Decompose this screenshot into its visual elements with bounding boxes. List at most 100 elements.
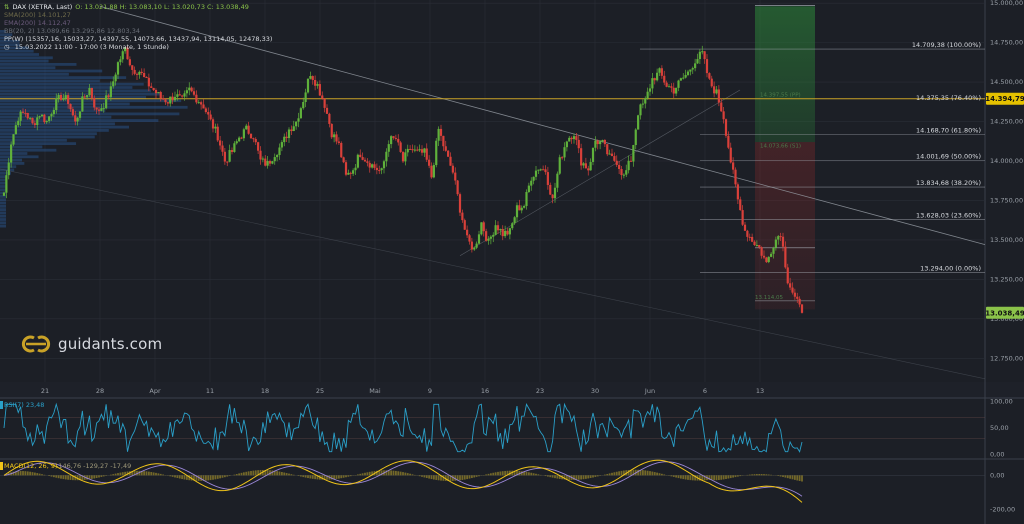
ema-indicator-label[interactable]: EMA(200) 14.112,47 xyxy=(4,19,71,27)
macd-hist-bar xyxy=(582,475,585,480)
macd-hist-bar xyxy=(171,475,174,477)
macd-hist-bar xyxy=(753,474,756,476)
candle-body xyxy=(682,77,685,79)
macd-hist-bar xyxy=(687,475,689,480)
macd-hist-bar xyxy=(644,470,647,476)
macd-hist-bar xyxy=(428,475,431,479)
candle-body xyxy=(295,121,298,127)
chart-root: 14.709,38 (100.00%) 14.375,35 (76.40%) 14.… xyxy=(0,0,1024,524)
volume-profile-bar xyxy=(0,79,100,83)
candle-body xyxy=(52,110,55,115)
macd-hist-bar xyxy=(720,475,723,480)
macd-hist-bar xyxy=(468,475,471,479)
candle-body xyxy=(302,102,305,109)
candle-body xyxy=(363,159,367,162)
macd-hist-bar xyxy=(777,475,780,477)
macd-hist-bar xyxy=(620,470,623,476)
macd-hist-bar xyxy=(615,471,618,476)
macd-hist-bar xyxy=(212,475,214,480)
candle-body xyxy=(200,102,203,105)
candle-body xyxy=(625,170,628,175)
macd-hist-bar xyxy=(207,475,210,481)
macd-hist-bar xyxy=(17,471,20,476)
fib-label: 13.294,00 (0.00%) xyxy=(920,264,981,272)
candle-body xyxy=(679,78,682,81)
candle-body xyxy=(304,92,307,103)
candle-body xyxy=(131,65,134,70)
candle-body xyxy=(793,292,796,297)
symbol-label[interactable]: DAX (XETRA, Last) xyxy=(12,3,72,11)
volume-profile-bar xyxy=(0,211,6,215)
volume-profile-bar xyxy=(0,92,162,96)
macd-hist-bar xyxy=(485,474,488,476)
sma-indicator-label[interactable]: SMA(200) 14.101,27 xyxy=(4,11,71,19)
candle-body xyxy=(176,94,179,97)
guidants-logo-icon xyxy=(21,335,51,353)
macd-hist-bar xyxy=(221,475,224,478)
macd-hist-bar xyxy=(98,475,100,478)
macd-hist-bar xyxy=(404,472,407,476)
candle-body xyxy=(416,149,419,151)
macd-hist-bar xyxy=(95,475,98,479)
candle-body xyxy=(454,172,457,181)
candle-body xyxy=(121,51,124,60)
candle-body xyxy=(325,107,329,114)
candle-body xyxy=(285,136,288,139)
macd-hist-bar xyxy=(549,475,552,478)
x-tick-label: Mai xyxy=(369,387,381,395)
macd-hist-bar xyxy=(109,474,112,476)
candle-body xyxy=(418,149,421,151)
macd-hist-bar xyxy=(57,475,60,479)
candle-body xyxy=(154,90,158,94)
macd-hist-bar xyxy=(24,471,27,476)
x-tick-label: 21 xyxy=(41,387,49,395)
candle-body xyxy=(209,114,212,120)
chart-type-icon[interactable]: ⇅ xyxy=(4,3,9,11)
macd-hist-bar xyxy=(473,475,476,478)
pivot-indicator-label[interactable]: PP(W) (15357,16, 15033,27, 14397,55, 140… xyxy=(4,35,272,43)
candle-body xyxy=(473,247,476,250)
macd-hist-bar xyxy=(554,475,556,479)
time-range-label[interactable]: 15.03.2022 11:00 - 17:00 (3 Monate, 1 St… xyxy=(15,43,169,51)
macd-hist-bar xyxy=(102,475,105,477)
candle-body xyxy=(349,172,352,174)
candle-body xyxy=(292,126,295,132)
candle-body xyxy=(620,169,623,175)
x-tick-label: 18 xyxy=(261,387,269,395)
volume-profile-bar xyxy=(0,72,69,76)
macd-hist-bar xyxy=(304,475,307,478)
candle-body xyxy=(318,84,321,96)
candle-body xyxy=(508,228,511,235)
candle-body xyxy=(665,82,668,87)
candle-body xyxy=(758,244,761,248)
macd-hist-bar xyxy=(603,474,606,476)
candle-body xyxy=(10,144,13,163)
macd-hist-bar xyxy=(238,473,241,476)
candle-body xyxy=(228,150,231,162)
macd-hist-bar xyxy=(394,470,397,476)
macd-hist-bar xyxy=(682,475,685,480)
candle-body xyxy=(504,230,507,237)
candle-body xyxy=(556,173,559,188)
macd-hist-bar xyxy=(435,475,438,480)
candle-body xyxy=(656,72,659,81)
candle-body xyxy=(570,137,573,140)
candle-body xyxy=(100,108,103,111)
candle-body xyxy=(558,157,561,174)
candle-body xyxy=(613,156,616,161)
candle-body xyxy=(128,59,131,66)
guidants-logo[interactable]: guidants.com xyxy=(20,334,162,354)
candle-body xyxy=(715,89,718,94)
candle-body xyxy=(420,149,424,153)
candle-body xyxy=(789,283,792,288)
macd-hist-bar xyxy=(504,470,507,476)
macd-hist-bar xyxy=(390,470,393,476)
candle-body xyxy=(430,165,433,178)
candle-body xyxy=(584,163,587,169)
bb-indicator-label[interactable]: BB(20, 2) 13.089,66 13.295,86 12.803,34 xyxy=(4,27,140,35)
macd-hist-bar xyxy=(349,475,352,477)
candle-body xyxy=(646,91,649,99)
candle-body xyxy=(397,138,400,143)
candle-body xyxy=(627,160,630,171)
chart-canvas[interactable]: 14.709,38 (100.00%) 14.375,35 (76.40%) 14.… xyxy=(0,0,1024,524)
